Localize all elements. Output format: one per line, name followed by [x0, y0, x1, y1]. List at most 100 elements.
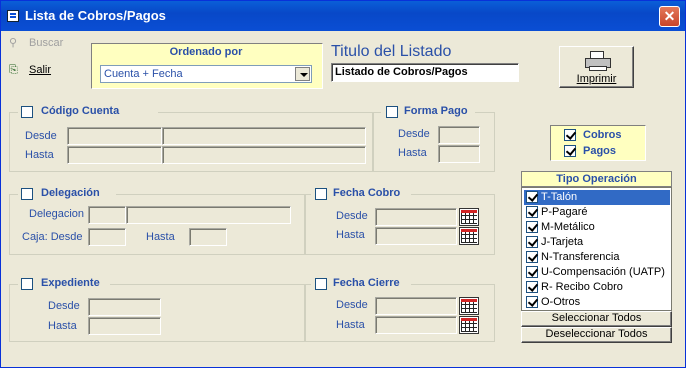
- pagos-checkbox[interactable]: [564, 145, 576, 157]
- cobros-label: Cobros: [583, 129, 622, 141]
- list-item-checkbox[interactable]: [526, 266, 538, 278]
- buscar-button[interactable]: ⚲ Buscar: [9, 36, 63, 49]
- list-item[interactable]: N-Transferencia: [524, 250, 670, 265]
- delegacion-checkbox[interactable]: [21, 188, 33, 200]
- list-item[interactable]: J-Tarjeta: [524, 235, 670, 250]
- fecha-cobro-label: Fecha Cobro: [333, 187, 401, 199]
- title-bar: Lista de Cobros/Pagos ✕: [1, 1, 685, 31]
- list-item-label: T-Talón: [541, 191, 578, 203]
- list-item-label: R- Recibo Cobro: [541, 281, 623, 293]
- close-button[interactable]: ✕: [659, 6, 680, 27]
- fecha-cierre-hasta-label: Hasta: [336, 319, 365, 331]
- fecha-cierre-label: Fecha Cierre: [333, 277, 400, 289]
- list-item[interactable]: M-Metálico: [524, 220, 670, 235]
- list-item[interactable]: T-Talón: [524, 190, 670, 205]
- list-item-label: N-Transferencia: [541, 251, 620, 263]
- delegacion-input[interactable]: [88, 206, 126, 224]
- fecha-cierre-desde-input[interactable]: [375, 297, 457, 315]
- deselect-all-button[interactable]: Deseleccionar Todos: [521, 327, 672, 343]
- salir-label: Salir: [29, 64, 52, 76]
- printer-icon: [585, 51, 611, 71]
- forma-pago-desde-label: Desde: [398, 128, 430, 140]
- list-item-label: P-Pagaré: [541, 206, 588, 218]
- caja-hasta-label: Hasta: [146, 231, 175, 243]
- codigo-desde-input[interactable]: [67, 127, 162, 145]
- calendar-icon[interactable]: [459, 208, 479, 226]
- list-item-checkbox[interactable]: [526, 236, 538, 248]
- forma-pago-header: Forma Pago: [381, 105, 475, 119]
- list-item-checkbox[interactable]: [526, 296, 538, 308]
- list-item-checkbox[interactable]: [526, 251, 538, 263]
- fecha-cobro-checkbox[interactable]: [315, 188, 327, 200]
- forma-pago-desde-input[interactable]: [438, 126, 480, 144]
- fecha-cierre-hasta-input[interactable]: [375, 316, 457, 334]
- caja-desde-label: Caja: Desde: [22, 231, 83, 243]
- list-item[interactable]: R- Recibo Cobro: [524, 280, 670, 295]
- tipo-operacion-label: Tipo Operación: [556, 173, 637, 185]
- list-item[interactable]: P-Pagaré: [524, 205, 670, 220]
- titulo-label: Titulo del Listado: [331, 43, 452, 60]
- fecha-cierre-checkbox[interactable]: [315, 278, 327, 290]
- codigo-desde-label: Desde: [25, 130, 57, 142]
- list-item-checkbox[interactable]: [526, 206, 538, 218]
- deselect-all-label: Deseleccionar Todos: [545, 328, 648, 340]
- imprimir-label: Imprimir: [576, 73, 617, 85]
- delegacion-desc: [126, 206, 291, 224]
- ordenado-panel: Ordenado por Cuenta + Fecha: [91, 43, 323, 89]
- titulo-input[interactable]: Listado de Cobros/Pagos: [331, 63, 519, 82]
- select-all-button[interactable]: Seleccionar Todos: [521, 311, 672, 327]
- forma-pago-hasta-label: Hasta: [398, 147, 427, 159]
- fecha-cobro-header: Fecha Cobro: [311, 187, 411, 201]
- fecha-cobro-hasta-input[interactable]: [375, 227, 457, 245]
- list-item-label: M-Metálico: [541, 221, 595, 233]
- forma-pago-checkbox[interactable]: [386, 106, 398, 118]
- calendar-icon[interactable]: [459, 227, 479, 245]
- codigo-cuenta-checkbox[interactable]: [21, 106, 33, 118]
- fecha-cobro-desde-input[interactable]: [375, 208, 457, 226]
- list-item-checkbox[interactable]: [526, 191, 538, 203]
- titulo-value: Listado de Cobros/Pagos: [335, 66, 468, 78]
- expediente-header: Expediente: [18, 277, 110, 291]
- forma-pago-hasta-input[interactable]: [438, 145, 480, 163]
- expediente-desde-label: Desde: [48, 300, 80, 312]
- calendar-icon[interactable]: [459, 316, 479, 334]
- list-item[interactable]: O-Otros: [524, 295, 670, 310]
- list-item[interactable]: U-Compensación (UATP): [524, 265, 670, 280]
- delegacion-header: Delegación: [18, 187, 116, 201]
- ordenado-label: Ordenado por: [169, 46, 243, 58]
- cobros-checkbox[interactable]: [564, 129, 576, 141]
- window-title: Lista de Cobros/Pagos: [25, 8, 166, 23]
- tipo-operacion-list[interactable]: T-Talón P-Pagaré M-Metálico J-Tarjeta N-…: [521, 187, 672, 311]
- imprimir-button[interactable]: Imprimir: [559, 46, 634, 88]
- codigo-hasta-input[interactable]: [67, 146, 162, 164]
- window: Lista de Cobros/Pagos ✕ ⚲ Buscar ⎘ Salir O…: [0, 0, 686, 368]
- list-item-label: U-Compensación (UATP): [541, 266, 665, 278]
- delegacion-group: [9, 194, 305, 255]
- list-item-label: O-Otros: [541, 296, 581, 308]
- caja-desde-input[interactable]: [88, 228, 126, 246]
- calendar-icon[interactable]: [459, 297, 479, 315]
- expediente-hasta-input[interactable]: [88, 317, 161, 335]
- tipo-operacion-header: Tipo Operación: [521, 171, 672, 187]
- fecha-cobro-desde-label: Desde: [336, 210, 368, 222]
- ordenado-value: Cuenta + Fecha: [104, 68, 183, 80]
- buscar-label: Buscar: [29, 37, 64, 49]
- chevron-down-icon[interactable]: [295, 67, 310, 81]
- salir-button[interactable]: ⎘ Salir: [9, 64, 51, 77]
- expediente-label: Expediente: [41, 277, 100, 289]
- delegacion-field-label: Delegacion: [29, 208, 85, 220]
- codigo-cuenta-header: Código Cuenta: [18, 105, 158, 119]
- list-item-checkbox[interactable]: [526, 281, 538, 293]
- select-all-label: Seleccionar Todos: [551, 312, 642, 324]
- pagos-label: Pagos: [583, 145, 617, 157]
- expediente-checkbox[interactable]: [21, 278, 33, 290]
- expediente-desde-input[interactable]: [88, 298, 161, 316]
- codigo-hasta-desc: [162, 146, 366, 164]
- list-item-checkbox[interactable]: [526, 221, 538, 233]
- list-item-label: J-Tarjeta: [541, 236, 584, 248]
- caja-hasta-input[interactable]: [189, 228, 227, 246]
- ordenado-select[interactable]: Cuenta + Fecha: [100, 65, 312, 83]
- binoculars-icon: ⚲: [9, 37, 18, 49]
- forma-pago-label: Forma Pago: [404, 105, 468, 117]
- exit-icon: ⎘: [9, 64, 18, 76]
